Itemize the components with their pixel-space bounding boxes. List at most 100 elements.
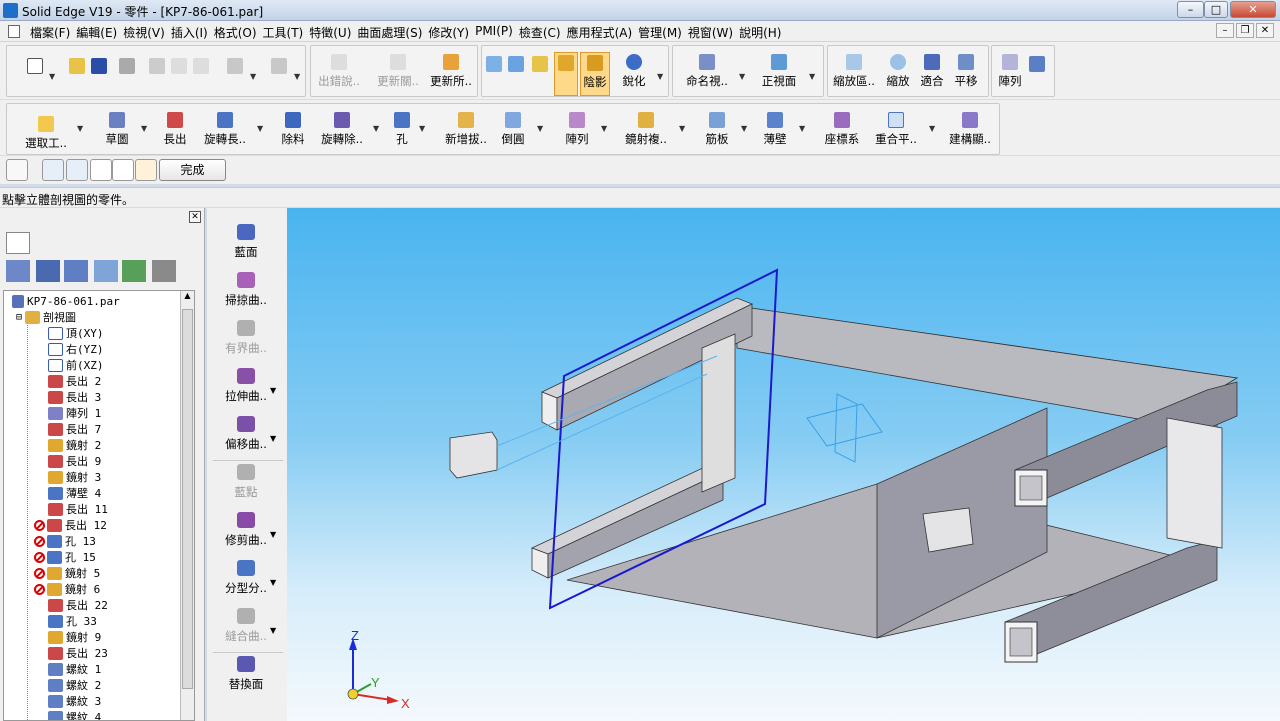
wireframe-button[interactable] bbox=[484, 54, 504, 98]
palette-button-5[interactable]: 藍點 bbox=[215, 462, 277, 506]
array-button[interactable]: 陣列 bbox=[994, 52, 1026, 96]
coincident-plane-button[interactable]: 重合平.. bbox=[869, 110, 923, 154]
sketch-button[interactable]: 草圖 bbox=[99, 110, 135, 154]
scroll-up-arrow[interactable]: ▲ bbox=[181, 291, 194, 300]
menu-item-10[interactable]: 檢查(C) bbox=[519, 24, 567, 41]
thinwall-button[interactable]: 薄壁 bbox=[757, 110, 793, 154]
shaded-edges-button[interactable] bbox=[530, 54, 550, 98]
tree-item[interactable]: 螺紋 1 bbox=[48, 661, 101, 677]
minimize-button[interactable]: – bbox=[1177, 1, 1204, 18]
sharpen-dropdown-arrow[interactable]: ▼ bbox=[657, 72, 663, 81]
palette-dropdown-arrow-3[interactable]: ▼ bbox=[270, 386, 276, 395]
named-view-button[interactable]: 命名視.. bbox=[681, 52, 733, 96]
palette-button-9[interactable]: 替換面 bbox=[215, 654, 277, 698]
revolve-cut-dropdown-arrow[interactable]: ▼ bbox=[373, 124, 379, 133]
round-dropdown-arrow[interactable]: ▼ bbox=[537, 124, 543, 133]
graphics-window[interactable]: Z X Y bbox=[287, 208, 1280, 721]
draft-button[interactable]: 新增拔.. bbox=[439, 110, 493, 154]
panel-close-button[interactable]: ✕ bbox=[189, 211, 201, 223]
tree-item[interactable]: 長出 7 bbox=[48, 421, 101, 437]
palette-dropdown-arrow-8[interactable]: ▼ bbox=[270, 626, 276, 635]
mdi-close-button[interactable]: ✕ bbox=[1256, 23, 1274, 38]
mirror-dropdown-arrow[interactable]: ▼ bbox=[679, 124, 685, 133]
menu-item-1[interactable]: 編輯(E) bbox=[76, 24, 123, 41]
menu-item-11[interactable]: 應用程式(A) bbox=[567, 24, 639, 41]
pattern-button[interactable]: 陣列 bbox=[559, 110, 595, 154]
tree-item[interactable]: 孔 15 bbox=[34, 549, 96, 565]
menu-item-7[interactable]: 曲面處理(S) bbox=[357, 24, 428, 41]
tree-item[interactable]: 長出 3 bbox=[48, 389, 101, 405]
sensor-tab[interactable] bbox=[94, 260, 118, 282]
menu-item-6[interactable]: 特徵(U) bbox=[309, 24, 357, 41]
undo-dropdown-arrow[interactable]: ▼ bbox=[250, 72, 256, 81]
shade-button[interactable]: 陰影 bbox=[580, 52, 610, 96]
tree-item[interactable]: 螺紋 3 bbox=[48, 693, 101, 709]
mdi-minimize-button[interactable]: – bbox=[1216, 23, 1234, 38]
menu-item-3[interactable]: 插入(I) bbox=[171, 24, 214, 41]
feature-pathfinder-tab[interactable] bbox=[6, 260, 30, 282]
revolve-button[interactable]: 旋轉長.. bbox=[199, 110, 251, 154]
tree-item[interactable]: 長出 12 bbox=[34, 517, 107, 533]
close-button[interactable]: ✕ bbox=[1230, 1, 1276, 18]
tree-item[interactable]: 前(XZ) bbox=[48, 357, 104, 373]
step-plane-button[interactable] bbox=[42, 159, 64, 181]
tree-item[interactable]: 螺紋 4 bbox=[48, 709, 101, 720]
revolve-dropdown-arrow[interactable]: ▼ bbox=[257, 124, 263, 133]
rib-dropdown-arrow[interactable]: ▼ bbox=[741, 124, 747, 133]
select-tool-button[interactable]: 選取工.. bbox=[19, 114, 73, 158]
zoom-area-button[interactable]: 縮放區.. bbox=[830, 52, 878, 96]
menu-item-12[interactable]: 管理(M) bbox=[638, 24, 688, 41]
tree-item[interactable]: 鏡射 2 bbox=[48, 437, 101, 453]
expand-icon[interactable]: ⊟ bbox=[16, 312, 22, 323]
tree-root[interactable]: KP7-86-061.par bbox=[12, 293, 120, 309]
document-icon[interactable] bbox=[8, 25, 20, 38]
maximize-button[interactable]: □ bbox=[1204, 1, 1228, 18]
tree-item[interactable]: 孔 33 bbox=[48, 613, 97, 629]
tree-item[interactable]: 長出 23 bbox=[48, 645, 108, 661]
update-links-button[interactable]: 更新關.. bbox=[371, 52, 425, 96]
sharpen-button[interactable]: 銳化 bbox=[616, 52, 652, 96]
hole-dropdown-arrow[interactable]: ▼ bbox=[419, 124, 425, 133]
front-view-button[interactable]: 正視面 bbox=[757, 52, 801, 96]
revolve-cut-button[interactable]: 旋轉除.. bbox=[315, 110, 369, 154]
palette-button-8[interactable]: 縫合曲.. bbox=[215, 606, 277, 650]
menu-item-0[interactable]: 檔案(F) bbox=[30, 24, 76, 41]
step-side-button[interactable] bbox=[90, 159, 112, 181]
menu-item-4[interactable]: 格式(O) bbox=[214, 24, 263, 41]
tree-item[interactable]: 長出 2 bbox=[48, 373, 101, 389]
tree-item[interactable]: 孔 13 bbox=[34, 533, 96, 549]
new-dropdown-arrow[interactable]: ▼ bbox=[49, 72, 55, 81]
tree-item[interactable]: 長出 9 bbox=[48, 453, 101, 469]
options-button[interactable] bbox=[6, 159, 28, 181]
feature-library-icon[interactable] bbox=[6, 232, 30, 254]
menu-item-13[interactable]: 視窗(W) bbox=[688, 24, 739, 41]
tree-item[interactable]: 右(YZ) bbox=[48, 341, 104, 357]
cutout-button[interactable]: 除料 bbox=[273, 110, 313, 154]
palette-button-3[interactable]: 拉伸曲.. bbox=[215, 366, 277, 410]
palette-dropdown-arrow-4[interactable]: ▼ bbox=[270, 434, 276, 443]
tree-item[interactable]: 頂(XY) bbox=[48, 325, 104, 341]
tree-item[interactable]: 長出 11 bbox=[48, 501, 108, 517]
mdi-restore-button[interactable]: ❐ bbox=[1236, 23, 1254, 38]
palette-button-1[interactable]: 掃掠曲.. bbox=[215, 270, 277, 314]
pattern-dropdown-arrow[interactable]: ▼ bbox=[601, 124, 607, 133]
library-tab[interactable] bbox=[152, 260, 176, 282]
scroll-thumb[interactable] bbox=[182, 309, 193, 689]
palette-button-7[interactable]: 分型分.. bbox=[215, 558, 277, 602]
redo-button[interactable] bbox=[259, 56, 299, 100]
palette-button-6[interactable]: 修剪曲.. bbox=[215, 510, 277, 554]
menu-item-8[interactable]: 修改(Y) bbox=[428, 24, 475, 41]
tree-item[interactable]: 鏡射 5 bbox=[34, 565, 100, 581]
construction-display-button[interactable]: 建構顯.. bbox=[943, 110, 997, 154]
thinwall-dropdown-arrow[interactable]: ▼ bbox=[799, 124, 805, 133]
fit-button[interactable]: 適合 bbox=[916, 52, 948, 96]
step-extent-button[interactable] bbox=[112, 159, 134, 181]
zoom-button[interactable]: 縮放 bbox=[880, 52, 916, 96]
tree-item[interactable]: 鏡射 3 bbox=[48, 469, 101, 485]
update-all-button[interactable]: 更新所.. bbox=[425, 52, 477, 96]
tree-item[interactable]: 陣列 1 bbox=[48, 405, 101, 421]
layers-tab[interactable] bbox=[36, 260, 60, 282]
tree-item[interactable]: 薄壁 4 bbox=[48, 485, 101, 501]
undo-button[interactable] bbox=[215, 56, 255, 100]
select-dropdown-arrow[interactable]: ▼ bbox=[77, 124, 83, 133]
